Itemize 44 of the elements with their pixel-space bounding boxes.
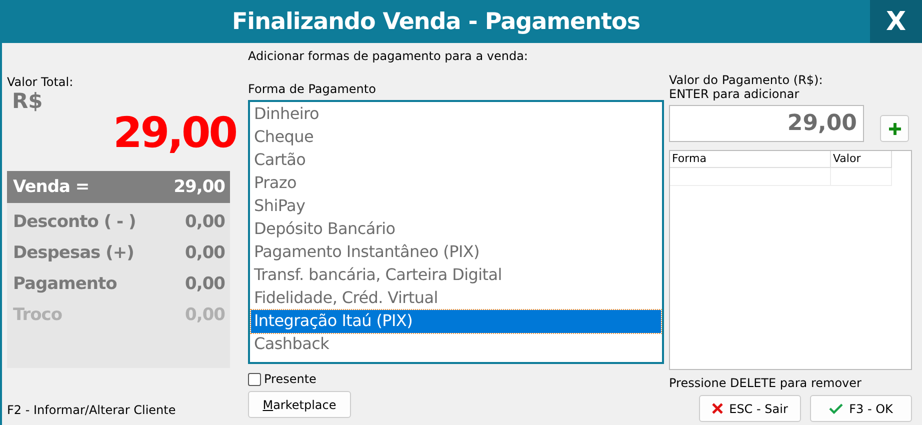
column-header: Forma — [670, 151, 831, 168]
list-item[interactable]: Integração Itaú (PIX) — [251, 310, 661, 333]
amount-label: Valor do Pagamento (R$): — [669, 73, 824, 87]
summary-value: 29,00 — [174, 177, 225, 197]
summary-value: 0,00 — [185, 212, 225, 232]
exit-button[interactable]: ESC - Sair — [699, 395, 801, 422]
add-button[interactable] — [880, 115, 909, 142]
close-button[interactable]: X — [870, 0, 922, 43]
currency-label: R$ — [12, 89, 44, 113]
list-item[interactable]: Cheque — [251, 126, 661, 149]
summary-label: Venda = — [13, 177, 90, 197]
list-label: Forma de Pagamento — [248, 82, 377, 96]
marketplace-button[interactable]: Marketplace — [248, 391, 351, 418]
summary-value: 0,00 — [185, 274, 225, 294]
checkbox-label: Presente — [264, 372, 316, 386]
delete-hint: Pressione DELETE para remover — [669, 376, 862, 390]
summary-label: Desconto ( - ) — [13, 212, 136, 232]
summary-label: Despesas (+) — [13, 243, 134, 263]
customer-hint: F2 - Informar/Alterar Cliente — [7, 403, 177, 417]
close-icon — [712, 403, 724, 414]
table-cell — [831, 168, 892, 186]
checkbox[interactable] — [248, 372, 261, 386]
summary-label: Pagamento — [13, 274, 117, 294]
list-item[interactable]: Cashback — [251, 333, 661, 356]
amount-hint: ENTER para adicionar — [669, 87, 800, 101]
plus-icon — [888, 122, 902, 136]
total-value: 29,00 — [112, 113, 236, 153]
ok-button[interactable]: F3 - OK — [810, 395, 912, 422]
checkmark-icon — [829, 403, 844, 414]
window-title: Finalizando Venda - Pagamentos — [230, 8, 642, 34]
amount-field[interactable]: 29,00 — [669, 105, 864, 142]
summary-value: 0,00 — [185, 243, 225, 263]
list-item[interactable]: Fidelidade, Créd. Virtual — [251, 287, 661, 310]
list-item[interactable]: Depósito Bancário — [251, 218, 661, 241]
list-item[interactable]: Pagamento Instantâneo (PIX) — [251, 241, 661, 264]
list-item[interactable]: Cartão — [251, 149, 661, 172]
caption: Adicionar formas de pagamento para a venda: — [248, 49, 529, 63]
column-header: Valor — [831, 151, 892, 168]
list-item[interactable]: Dinheiro — [251, 103, 661, 126]
list-item[interactable]: ShiPay — [251, 195, 661, 218]
list-item[interactable]: Prazo — [251, 172, 661, 195]
payment-list[interactable]: Dinheiro Cheque Cartão Prazo ShiPay Depósito Bancário Pagamento Instantâneo (PIX) Transf. bancária, Carteira Digital Fidelidade, Créd. Virtual Integração Itaú (PIX) Cashback — [248, 100, 664, 364]
total-label: Valor Total: — [7, 75, 74, 89]
list-item[interactable]: Transf. bancária, Carteira Digital — [251, 264, 661, 287]
